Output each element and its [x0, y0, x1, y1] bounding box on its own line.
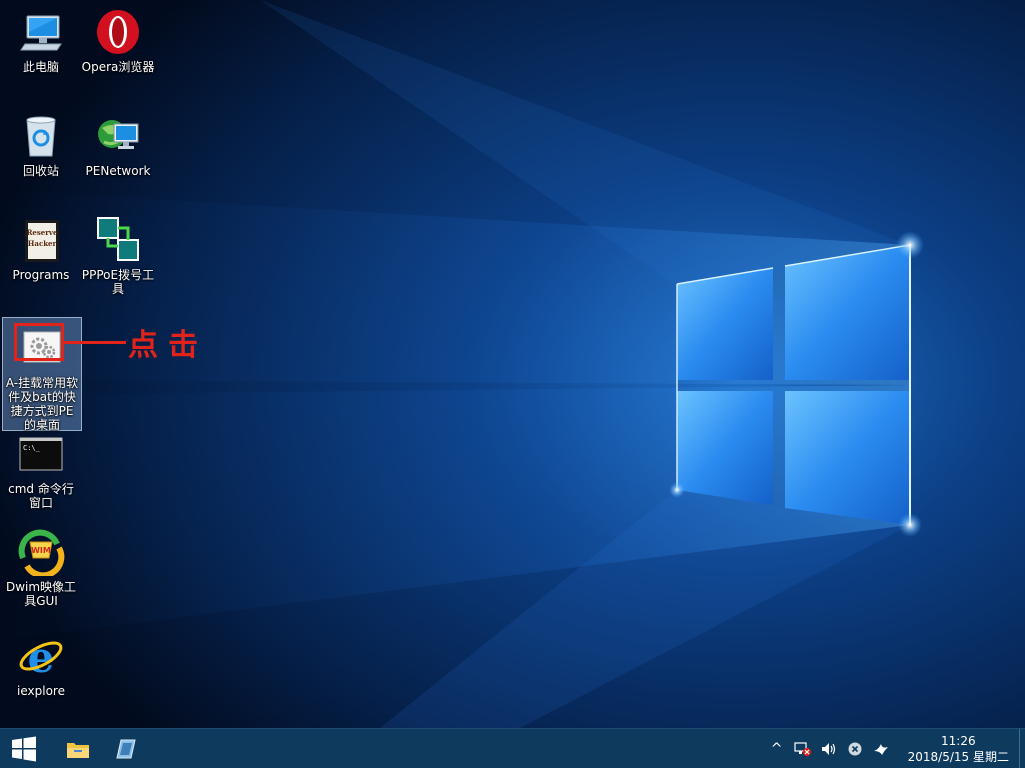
bird-icon[interactable]: [870, 739, 892, 759]
svg-text:C:\_: C:\_: [23, 444, 41, 452]
file-explorer-icon: [67, 742, 89, 758]
windows-start-icon: [12, 736, 36, 761]
show-desktop-button[interactable]: [1019, 729, 1025, 768]
desktop-icon-this-pc[interactable]: 此电脑: [2, 2, 80, 74]
show-hidden-icons-button[interactable]: ^: [766, 739, 788, 759]
programs-icon: Reserve Hacker: [17, 216, 65, 264]
icon-label: Programs: [12, 268, 70, 282]
opera-icon: [94, 8, 142, 56]
taskbar: ^ 11:26 2018/5/15 星期二: [0, 728, 1025, 768]
icon-label: Dwim映像工具GUI: [5, 580, 77, 608]
icon-label: 回收站: [22, 164, 59, 178]
system-tray: ^ 11:26 2018/5/15 星期二: [764, 729, 1025, 768]
desktop-icon-penetwork[interactable]: PENetwork: [79, 106, 157, 178]
disk-tool-icon: [116, 739, 136, 758]
icon-label: Opera浏览器: [81, 60, 155, 74]
start-button[interactable]: [0, 729, 48, 768]
taskbar-disk-tool-button[interactable]: [102, 729, 150, 768]
chevron-up-icon: ^: [770, 740, 783, 757]
cmd-icon: C:\_: [17, 430, 65, 478]
recycle-bin-icon: [17, 112, 65, 160]
icon-label: PPPoE拨号工具: [81, 268, 155, 296]
desktop-icon-recycle-bin[interactable]: 回收站: [2, 106, 80, 178]
volume-icon[interactable]: [818, 739, 840, 759]
network-error-icon[interactable]: [792, 739, 814, 759]
icon-label: iexplore: [17, 684, 65, 698]
network-globe-icon: [94, 112, 142, 160]
svg-text:WIM: WIM: [31, 546, 51, 555]
annotation-click-label: 点击: [128, 328, 208, 363]
annotation-highlight-box: [14, 323, 64, 361]
pppoe-dialer-icon: [94, 216, 142, 264]
icon-label: 此电脑: [22, 60, 59, 74]
clock-time: 11:26: [941, 733, 976, 748]
icon-label: cmd 命令行窗口: [8, 482, 74, 510]
taskbar-file-explorer-button[interactable]: [54, 729, 102, 768]
desktop-icon-dwim[interactable]: WIM Dwim映像工具GUI: [2, 522, 80, 608]
desktop-icon-pppoe[interactable]: PPPoE拨号工具: [79, 210, 157, 296]
wim-image-tool-icon: WIM: [17, 528, 65, 579]
internet-explorer-icon: e: [17, 632, 65, 682]
desktop-icon-opera[interactable]: Opera浏览器: [79, 2, 157, 74]
taskbar-clock[interactable]: 11:26 2018/5/15 星期二: [894, 733, 1019, 765]
icon-label: PENetwork: [85, 164, 151, 178]
svg-text:Hacker: Hacker: [28, 239, 57, 248]
svg-text:e: e: [28, 633, 55, 680]
computer-icon: [17, 8, 65, 56]
desktop-icon-iexplore[interactable]: e iexplore: [2, 626, 80, 698]
desktop-icon-cmd[interactable]: C:\_ cmd 命令行窗口: [2, 424, 80, 510]
svg-text:Reserve: Reserve: [27, 228, 58, 237]
annotation-pointer-line: [62, 341, 126, 344]
clock-date: 2018/5/15 星期二: [907, 749, 1009, 764]
close-circle-icon[interactable]: [844, 739, 866, 759]
desktop-icon-programs[interactable]: Reserve Hacker Programs: [2, 210, 80, 282]
